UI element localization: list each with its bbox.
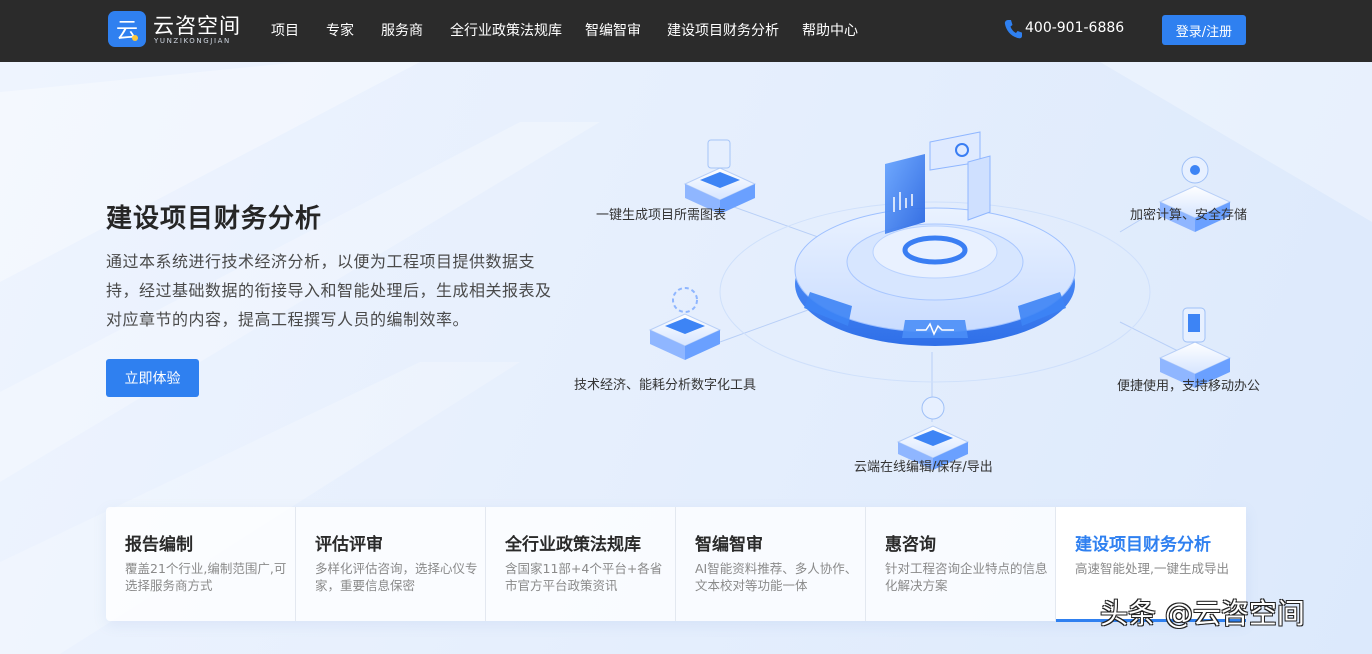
hero-description: 通过本系统进行技术经济分析，以便为工程项目提供数据支持，经过基础数据的衔接导入和… xyxy=(106,252,552,329)
top-nav: 云 云咨空间 YUNZIKONGJIAN 项目 专家 服务商 全行业政策法规库 … xyxy=(0,0,1372,62)
nav-item-help-center[interactable]: 帮助中心 xyxy=(802,20,858,40)
brand-name: 云咨空间 xyxy=(153,14,241,38)
nav-item-financial-analysis[interactable]: 建设项目财务分析 xyxy=(667,20,779,40)
card-title: 惠咨询 xyxy=(885,535,936,555)
card-evaluation-review[interactable]: 评估评审 多样化评估咨询，选择心仪专家，重要信息保密 xyxy=(296,507,486,621)
card-smart-edit-review[interactable]: 智编智审 AI智能资料推荐、多人协作、文本校对等功能一体 xyxy=(676,507,866,621)
brand-subtitle: YUNZIKONGJIAN xyxy=(154,37,231,45)
card-title: 评估评审 xyxy=(315,535,383,555)
card-title: 智编智审 xyxy=(695,535,763,555)
watermark: 头条 @云咨空间 xyxy=(1100,597,1305,630)
tools-cube-icon xyxy=(648,287,722,360)
hero-section: 建设项目财务分析 通过本系统进行技术经济分析，以便为工程项目提供数据支持，经过基… xyxy=(0,62,1372,654)
nav-item-smart-edit-review[interactable]: 智编智审 xyxy=(585,20,641,40)
service-cards: 报告编制 覆盖21个行业,编制范围广,可选择服务商方式 评估评审 多样化评估咨询… xyxy=(106,507,1246,622)
card-title: 全行业政策法规库 xyxy=(505,535,641,555)
card-title: 建设项目财务分析 xyxy=(1075,535,1211,555)
brand-logo[interactable]: 云 云咨空间 YUNZIKONGJIAN xyxy=(108,10,248,50)
card-description: AI智能资料推荐、多人协作、文本校对等功能一体 xyxy=(695,561,858,593)
phone-number: 400-901-6886 xyxy=(1025,20,1125,36)
feature-mobile-office: 便捷使用，支持移动办公 xyxy=(1117,379,1261,394)
card-consulting[interactable]: 惠咨询 针对工程咨询企业特点的信息化解决方案 xyxy=(866,507,1056,621)
nav-item-projects[interactable]: 项目 xyxy=(271,20,299,40)
try-now-button[interactable]: 立即体验 xyxy=(106,359,199,397)
feature-digital-tools: 技术经济、能耗分析数字化工具 xyxy=(574,378,757,393)
phone-icon xyxy=(1004,20,1022,39)
card-description: 高速智能处理,一键生成导出 xyxy=(1075,561,1229,576)
nav-item-experts[interactable]: 专家 xyxy=(326,20,354,40)
card-description: 针对工程咨询企业特点的信息化解决方案 xyxy=(885,561,1048,593)
hero-title: 建设项目财务分析 xyxy=(106,204,323,234)
card-description: 含国家11部+4个平台+各省市官方平台政策资讯 xyxy=(505,561,663,593)
nav-item-policy-library[interactable]: 全行业政策法规库 xyxy=(450,20,562,40)
feature-encryption-storage: 加密计算、安全存储 xyxy=(1130,208,1248,223)
nav-item-service-providers[interactable]: 服务商 xyxy=(381,20,423,40)
login-register-button[interactable]: 登录/注册 xyxy=(1162,15,1246,45)
feature-cloud-editing: 云端在线编辑/保存/导出 xyxy=(854,460,993,475)
chart-cube-icon xyxy=(683,139,757,214)
platform-illustration xyxy=(648,131,1232,470)
card-report-compilation[interactable]: 报告编制 覆盖21个行业,编制范围广,可选择服务商方式 xyxy=(106,507,296,621)
logo-icon: 云 xyxy=(108,11,146,47)
card-description: 多样化评估咨询，选择心仪专家，重要信息保密 xyxy=(315,561,478,593)
card-policy-library[interactable]: 全行业政策法规库 含国家11部+4个平台+各省市官方平台政策资讯 xyxy=(486,507,676,621)
card-title: 报告编制 xyxy=(125,535,193,555)
feature-chart-generation: 一键生成项目所需图表 xyxy=(596,208,727,223)
card-description: 覆盖21个行业,编制范围广,可选择服务商方式 xyxy=(125,561,287,593)
